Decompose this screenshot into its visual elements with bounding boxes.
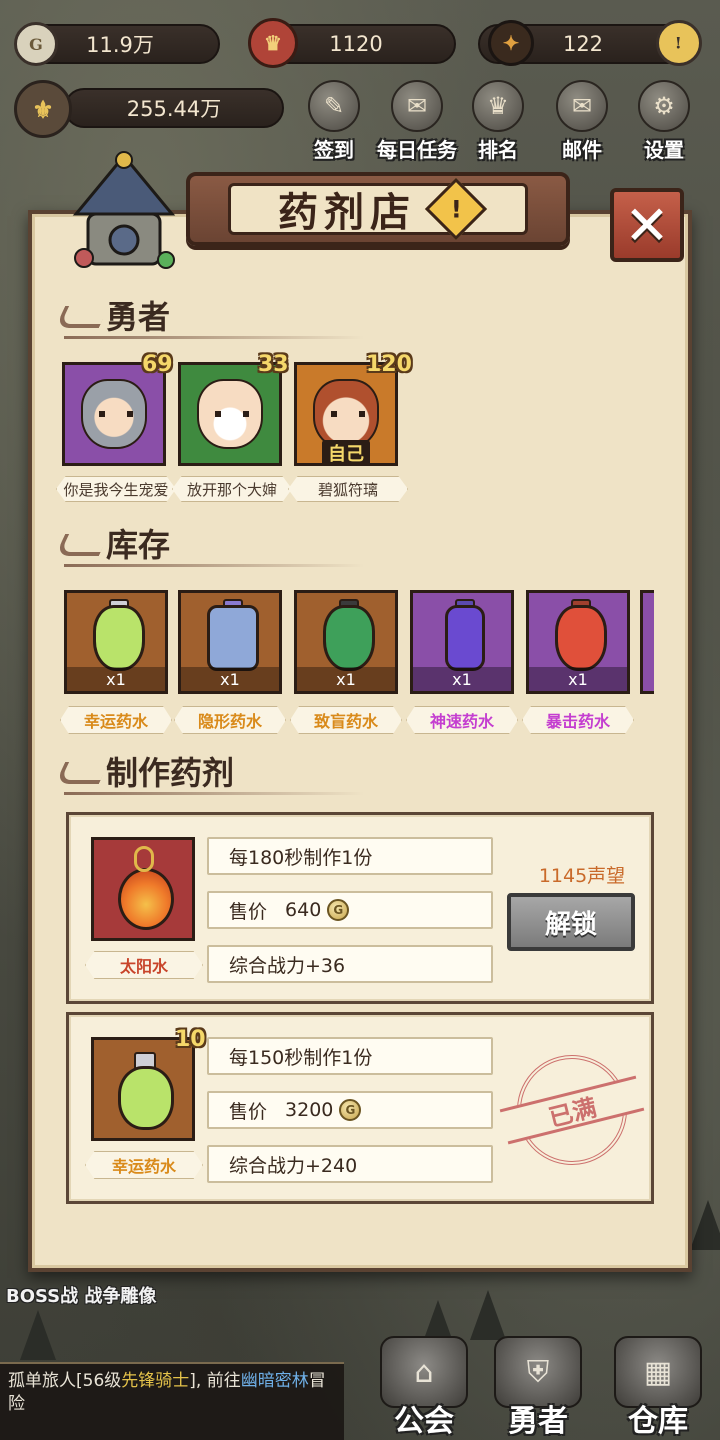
nav-hero-button[interactable]: ⛨ 勇者 — [478, 1320, 598, 1440]
power-counter: 255.44万 — [64, 88, 284, 128]
sign-in-button[interactable]: ✎ 签到 — [296, 80, 372, 170]
hero-name-tag: 碧狐符璃 — [288, 476, 408, 502]
lucky-potion-icon — [118, 1066, 174, 1130]
daily-quest-icon: ✉ — [391, 80, 443, 132]
sun-water-potion-icon — [118, 868, 174, 930]
haste-potion-icon — [445, 605, 485, 671]
hero-portrait-1[interactable] — [62, 362, 166, 466]
recipe-name-tag: 幸运药水 — [85, 1151, 203, 1179]
power-value: 255.44万 — [126, 97, 222, 121]
hero-level-badge: 69 — [142, 352, 173, 377]
sign-in-icon: ✎ — [308, 80, 360, 132]
coin-icon: G — [339, 1099, 362, 1121]
honor-value: 1120 — [329, 32, 383, 56]
inventory-name-tag: 神速药水 — [406, 706, 518, 734]
recipe-image — [91, 837, 195, 941]
inventory-name-tag: 隐形药水 — [174, 706, 286, 734]
recipe-price: 售价 3200 G — [207, 1091, 493, 1129]
inventory-name-tag: 幸运药水 — [60, 706, 172, 734]
lucky-potion-icon — [93, 605, 145, 671]
ranking-icon: ♛ — [472, 80, 524, 132]
recipe-image — [91, 1037, 195, 1141]
inventory-slot-crit[interactable]: x1 — [526, 590, 630, 694]
coin-icon: G — [14, 22, 58, 66]
section-wing-icon — [56, 756, 106, 786]
daily-quest-button[interactable]: ✉ 每日任务 — [372, 80, 462, 170]
power-crest-icon: ⚜ — [14, 80, 72, 138]
section-heroes-header: 勇者 — [56, 290, 366, 340]
section-wing-icon — [56, 528, 106, 558]
inventory-name-tag: 暴击药水 — [522, 706, 634, 734]
recipe-card-lucky-potion: 10 幸运药水 每150秒制作1份 售价 3200 G 综合战力+240 已满 — [66, 1012, 654, 1204]
boss-battle-label[interactable]: BOSS战 战争雕像 — [6, 1282, 156, 1308]
panel-title-bar: 药剂店 ! — [186, 172, 570, 246]
invisible-potion-icon — [207, 605, 259, 671]
hero-portrait-2[interactable] — [178, 362, 282, 466]
hero-name-tag: 你是我今生宠爱 — [56, 476, 176, 502]
honor-shield-icon: ♛ — [248, 18, 298, 68]
inventory-slot-invisible[interactable]: x1 — [178, 590, 282, 694]
inventory-slot-haste[interactable]: x1 — [410, 590, 514, 694]
crit-potion-icon — [555, 605, 607, 671]
recipe-produce-rate: 每180秒制作1份 — [207, 837, 493, 875]
recipe-name-tag: 太阳水 — [85, 951, 203, 979]
hero-name-tag: 放开那个大婶 — [172, 476, 292, 502]
section-inventory-header: 库存 — [56, 518, 366, 568]
inventory-slot-blind[interactable]: x1 — [294, 590, 398, 694]
gem-icon: ✦ — [488, 20, 534, 66]
recipe-level-badge: 10 — [175, 1027, 206, 1052]
tree-decoration — [20, 1310, 56, 1360]
recipe-card-sun-water: 太阳水 每180秒制作1份 售价 640 G 综合战力+36 1145声望 解锁 — [66, 812, 654, 1004]
recipe-price: 售价 640 G — [207, 891, 493, 929]
nav-guild-button[interactable]: ⌂ 公会 — [364, 1320, 484, 1440]
coin-icon: G — [327, 899, 350, 921]
settings-gear-icon: ⚙ — [638, 80, 690, 132]
chain-icon — [134, 846, 154, 872]
gem-value: 122 — [562, 32, 604, 56]
hero-level-badge: 33 — [258, 352, 289, 377]
chat-feed[interactable]: 孤单旅人[56级先锋骑士], 前往幽暗密林冒险 — [0, 1362, 344, 1440]
mail-button[interactable]: ✉ 邮件 — [544, 80, 620, 170]
full-stamp: 已满 — [499, 1043, 645, 1177]
inventory-name-tag: 致盲药水 — [290, 706, 402, 734]
nav-warehouse-button[interactable]: ▦ 仓库 — [598, 1320, 718, 1440]
tree-decoration — [690, 1200, 720, 1250]
section-wing-icon — [56, 300, 106, 330]
info-icon[interactable]: ! — [424, 177, 488, 241]
unlock-button[interactable]: 解锁 — [507, 893, 635, 951]
section-crafting-header: 制作药剂 — [56, 746, 366, 796]
gold-value: 11.9万 — [86, 33, 154, 57]
potion-shop-building-icon — [72, 151, 176, 269]
inventory-slot-partial[interactable] — [640, 590, 654, 694]
settings-button[interactable]: ⚙ 设置 — [626, 80, 702, 170]
recipe-produce-rate: 每150秒制作1份 — [207, 1037, 493, 1075]
inventory-slot-lucky[interactable]: x1 — [64, 590, 168, 694]
close-icon: ✕ — [624, 193, 670, 257]
self-badge: 自己 — [322, 440, 370, 466]
close-button[interactable]: ✕ — [610, 188, 684, 262]
recipe-power: 综合战力+240 — [207, 1145, 493, 1183]
mail-icon: ✉ — [556, 80, 608, 132]
blind-potion-icon — [323, 605, 375, 671]
reputation-requirement: 1145声望 — [538, 865, 626, 887]
ranking-button[interactable]: ♛ 排名 — [460, 80, 536, 170]
hero-level-badge: 120 — [366, 352, 412, 377]
panel-title: 药剂店 — [278, 189, 416, 236]
recipe-power: 综合战力+36 — [207, 945, 493, 983]
